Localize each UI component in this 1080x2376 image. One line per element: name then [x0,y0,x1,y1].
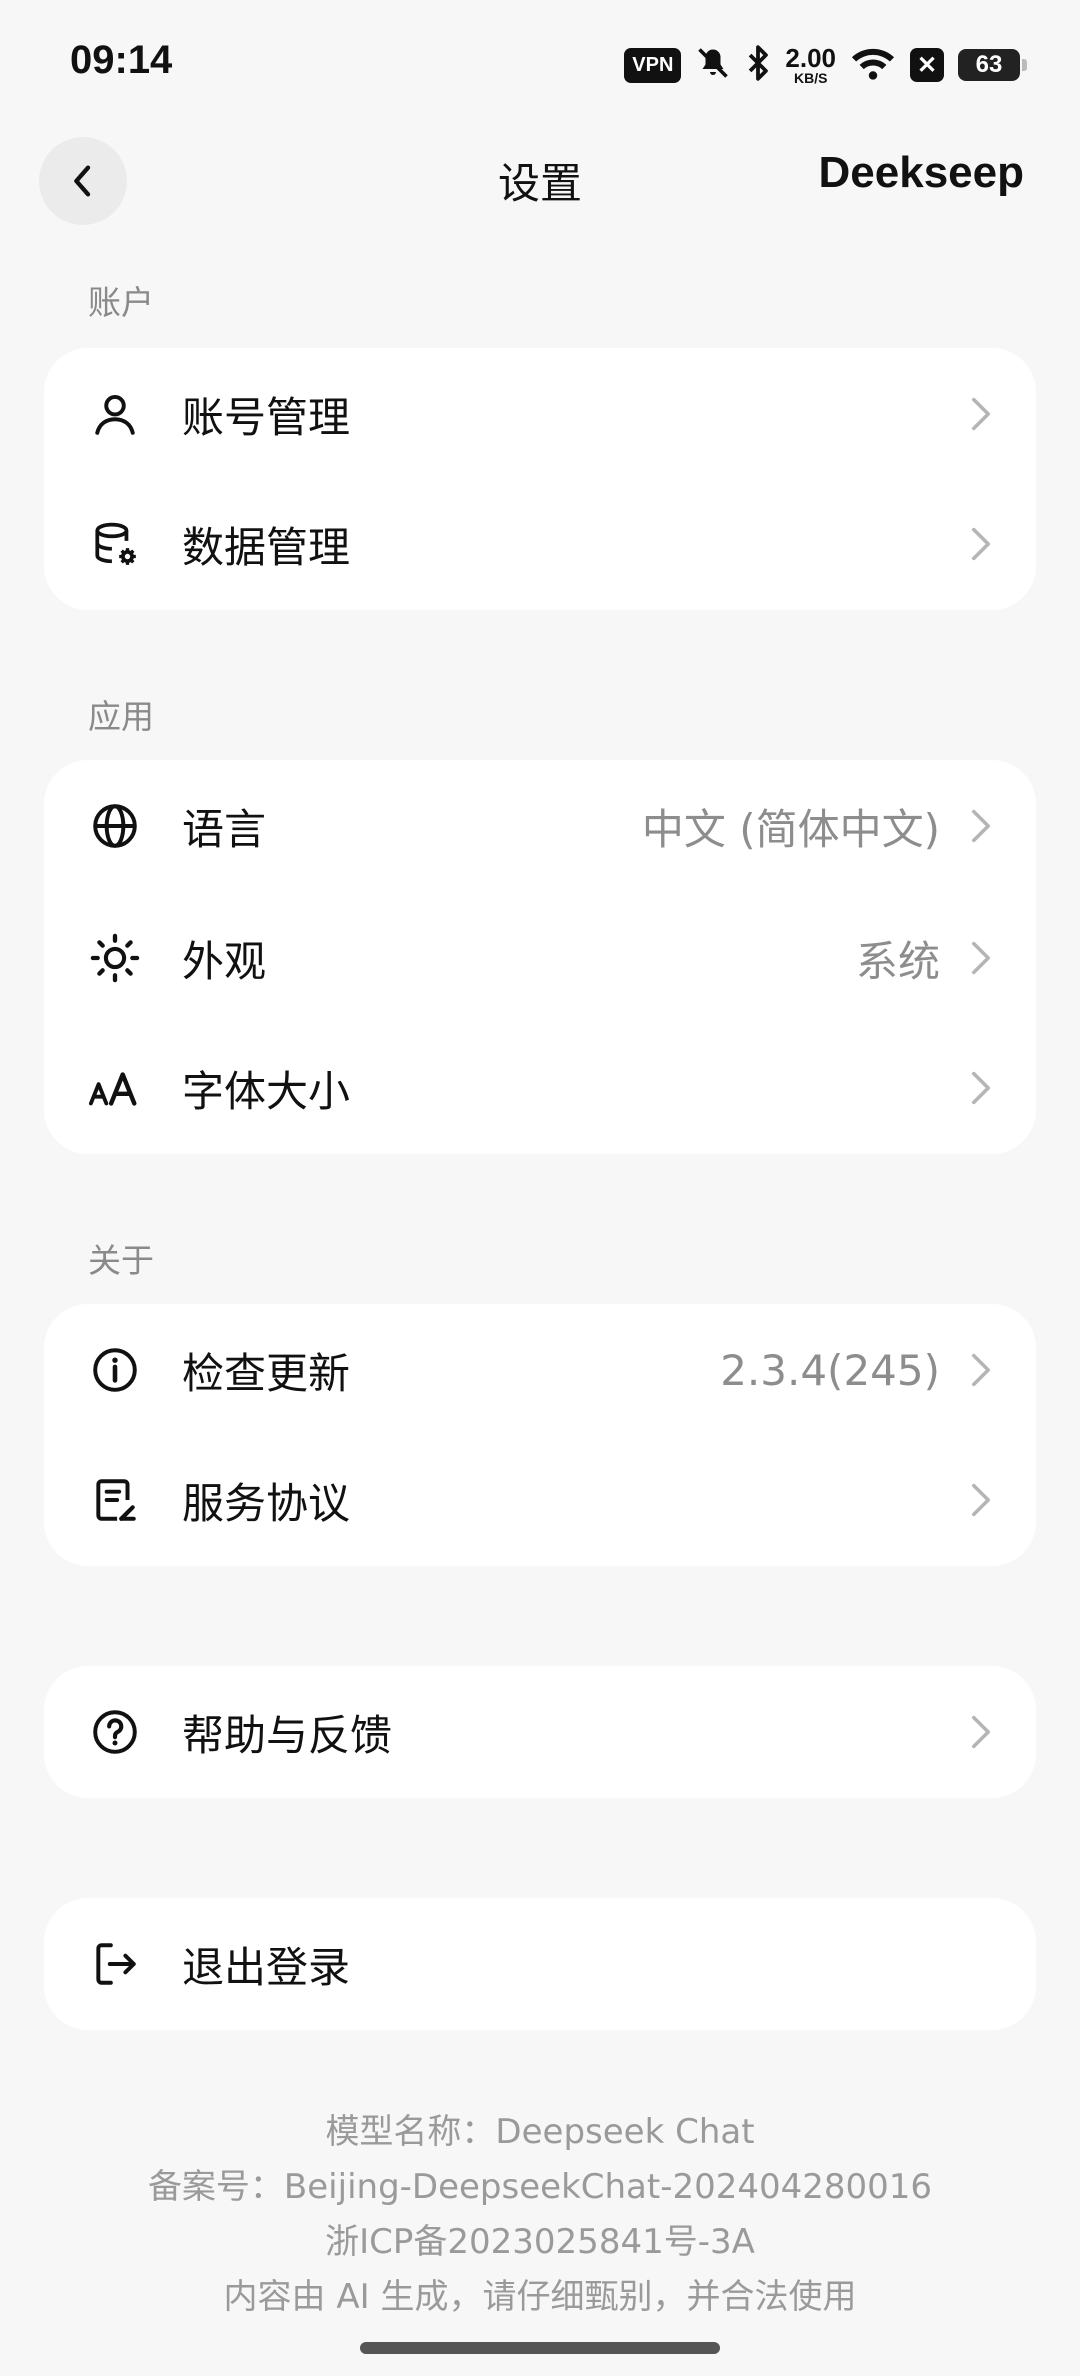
model-name-text: 模型名称：Deepseek Chat [325,2112,755,2152]
globe-icon [88,799,142,853]
settings-row-check-update[interactable]: 检查更新 2.3.4(245) [44,1304,1036,1436]
user-icon [88,387,142,441]
database-settings-icon [88,517,142,571]
icp-link[interactable]: 浙ICP备2023025841号-3A [0,2215,1080,2270]
settings-row-label: 账号管理 [182,392,351,442]
logout-button[interactable]: 退出登录 [44,1898,1036,2030]
settings-row-label: 检查更新 [182,1348,351,1398]
help-card: 帮助与反馈 [44,1666,1036,1798]
chevron-right-icon [966,806,996,846]
document-edit-icon [88,1473,142,1527]
logout-card: 退出登录 [44,1898,1036,2030]
filing-number-text: 备案号：Beijing-DeepseekChat-202404280016 [147,2167,933,2207]
section-label-app: 应用 [88,697,154,736]
settings-row-help-feedback[interactable]: 帮助与反馈 [44,1666,1036,1798]
chevron-right-icon [966,1068,996,1108]
settings-row-label: 服务协议 [182,1478,351,1528]
font-size-icon [88,1061,142,1115]
settings-row-label: 数据管理 [182,522,351,572]
chevron-right-icon [966,1350,996,1390]
close-square-icon: ✕ [910,48,944,82]
chevron-right-icon [966,1480,996,1520]
settings-row-account-management[interactable]: 账号管理 [44,348,1036,480]
about-card: 检查更新 2.3.4(245) 服务协议 [44,1304,1036,1566]
appearance-value: 系统 [855,936,940,986]
account-card: 账号管理 数据管理 [44,348,1036,610]
settings-row-language[interactable]: 语言 中文 (简体中文) [44,760,1036,892]
settings-row-service-agreement[interactable]: 服务协议 [44,1434,1036,1566]
bluetooth-icon [745,44,771,86]
network-speed: 2.00 KB/S [785,43,836,86]
footer-info: 模型名称：Deepseek Chat 备案号：Beijing-DeepseekC… [0,2105,1080,2325]
chevron-right-icon [966,938,996,978]
chevron-right-icon [966,524,996,564]
settings-row-label: 语言 [182,804,267,854]
language-value: 中文 (简体中文) [641,804,940,854]
section-label-account: 账户 [88,283,154,322]
battery-icon: 63 [958,49,1027,81]
sun-icon [88,931,142,985]
logout-icon [88,1937,142,1991]
settings-row-data-management[interactable]: 数据管理 [44,478,1036,610]
settings-row-label: 退出登录 [182,1942,351,1992]
brand-title: Deekseep [818,148,1024,197]
settings-row-label: 外观 [182,936,267,986]
status-bar: 09:14 VPN 2.00 KB/S ✕ 63 [0,0,1080,130]
info-icon [88,1343,142,1397]
chevron-right-icon [966,394,996,434]
settings-row-label: 字体大小 [182,1066,351,1116]
settings-row-font-size[interactable]: 字体大小 [44,1022,1036,1154]
status-icons: VPN 2.00 KB/S ✕ 63 [624,40,1027,90]
settings-row-label: 帮助与反馈 [182,1710,393,1760]
app-card: 语言 中文 (简体中文) 外观 系统 字体大小 [44,760,1036,1154]
wifi-icon [850,45,896,85]
question-icon [88,1705,142,1759]
bell-muted-icon [695,45,731,85]
status-time: 09:14 [70,38,173,82]
version-value: 2.3.4(245) [720,1345,940,1395]
settings-row-appearance[interactable]: 外观 系统 [44,892,1036,1024]
ai-disclaimer-text: 内容由 AI 生成，请仔细甄别，并合法使用 [223,2277,857,2317]
chevron-right-icon [966,1712,996,1752]
vpn-icon: VPN [624,47,682,83]
section-label-about: 关于 [88,1241,154,1280]
home-indicator[interactable] [360,2342,720,2354]
